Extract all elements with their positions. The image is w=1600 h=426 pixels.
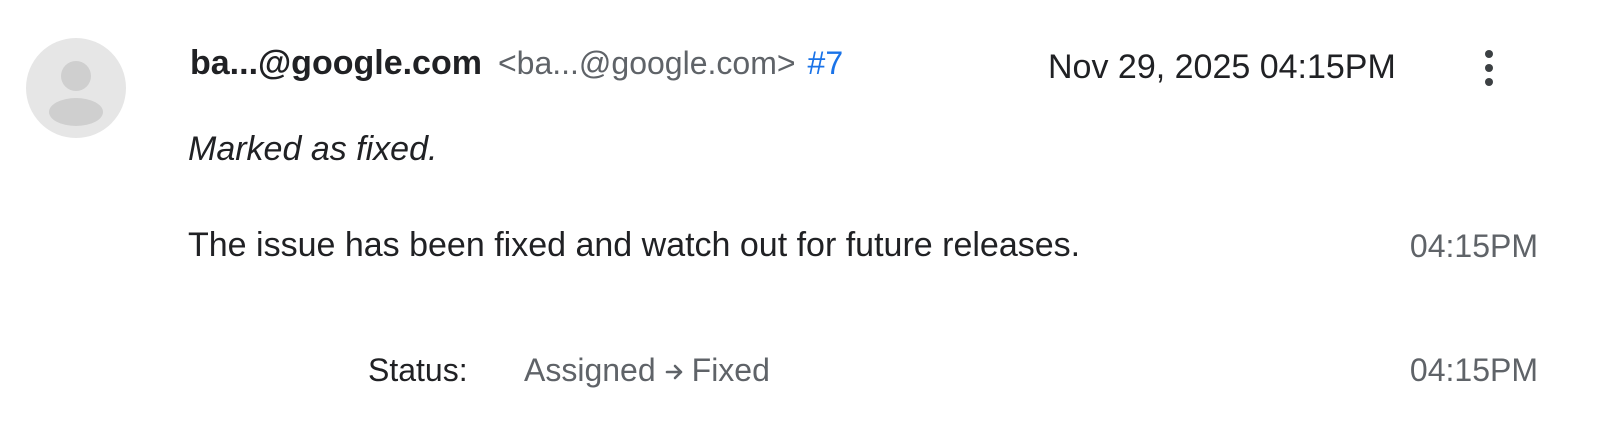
- more-options-button[interactable]: [1472, 44, 1506, 92]
- comment-body-time: 04:15PM: [1409, 228, 1538, 264]
- more-vert-icon: [1485, 50, 1493, 58]
- sender-email: <ba...@google.com>: [497, 45, 796, 81]
- status-change: Assigned Fixed: [524, 352, 770, 389]
- status-from: Assigned: [524, 352, 656, 388]
- comment-body: The issue has been fixed and watch out f…: [188, 226, 1081, 264]
- issue-comment: ba...@google.com <ba...@google.com> #7 N…: [0, 0, 1600, 426]
- status-change-time: 04:15PM: [1409, 352, 1538, 388]
- comment-header: ba...@google.com <ba...@google.com> #7: [190, 44, 843, 92]
- comment-number-link[interactable]: #7: [808, 45, 844, 82]
- status-to: Fixed: [691, 352, 770, 388]
- status-label: Status:: [368, 352, 468, 388]
- arrow-right-icon: [665, 364, 682, 379]
- marked-as-fixed-text: Marked as fixed.: [188, 130, 438, 168]
- person-icon: [49, 61, 103, 126]
- avatar: [26, 38, 126, 138]
- sender-name: ba...@google.com: [190, 44, 482, 82]
- comment-date: Nov 29, 2025 04:15PM: [1048, 48, 1396, 86]
